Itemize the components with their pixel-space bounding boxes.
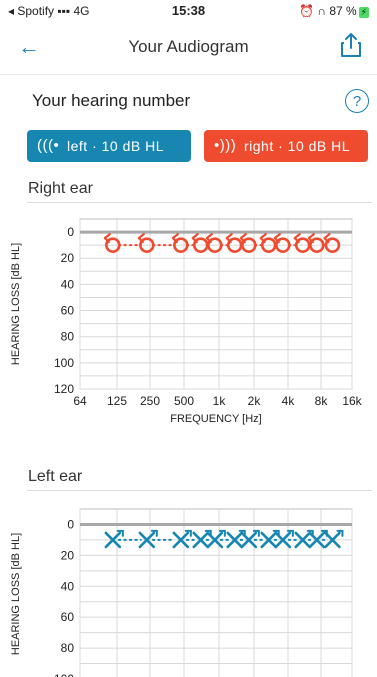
y-tick-label: 100: [54, 356, 74, 370]
share-icon[interactable]: [339, 32, 363, 63]
status-right: ⏰ ∩ 87 % ⚡: [299, 4, 369, 18]
page-title: Your Audiogram: [128, 37, 249, 56]
left-ear-button-label: left · 10 dB HL: [67, 138, 164, 154]
x-axis-title: FREQUENCY [Hz]: [170, 413, 261, 425]
battery-icon: ⚡: [358, 7, 369, 18]
status-indicators: ⏰ ∩ 87 %: [299, 4, 357, 18]
x-tick-label: 4k: [282, 394, 296, 408]
x-tick-label: 250: [140, 394, 160, 408]
x-tick-label: 16k: [342, 394, 362, 408]
y-axis-title: HEARING LOSS [dB HL]: [10, 533, 22, 655]
x-tick-label: 64: [73, 394, 87, 408]
y-tick-label: 120: [54, 382, 74, 396]
x-tick-label: 125: [107, 394, 127, 408]
right-ear-icon: •))): [214, 137, 237, 154]
y-tick-label: 40: [61, 277, 75, 291]
right-ear-heading: Right ear: [28, 180, 93, 197]
y-tick-label: 0: [67, 225, 74, 239]
x-tick-label: 2k: [248, 394, 262, 408]
left-ear-divider: [27, 490, 372, 491]
y-tick-label: 20: [61, 548, 75, 562]
x-tick-label: 1k: [213, 394, 227, 408]
y-tick-label: 80: [61, 330, 75, 344]
x-tick-label: 8k: [315, 394, 329, 408]
hearing-number-label: Your hearing number: [32, 91, 191, 110]
y-tick-label: 40: [61, 579, 75, 593]
left-ear-audiogram: 0 20 40 60 80 100 HEARING LOSS [dB HL]: [10, 508, 353, 677]
y-tick-label: 100: [54, 672, 74, 677]
y-tick-label: 60: [61, 304, 75, 318]
status-bar: ◂ Spotify ▪▪▪ 4G 15:38 ⏰ ∩ 87 % ⚡: [0, 0, 377, 22]
left-ear-icon: (((•: [37, 137, 60, 154]
left-ear-button[interactable]: (((• left · 10 dB HL: [27, 130, 191, 162]
y-tick-label: 60: [61, 610, 75, 624]
y-tick-label: 20: [61, 251, 75, 265]
x-tick-label: 500: [174, 394, 194, 408]
nav-bar: ← Your Audiogram: [0, 22, 377, 75]
y-axis-title: HEARING LOSS [dB HL]: [10, 243, 22, 365]
y-tick-label: 80: [61, 641, 75, 655]
y-tick-label: 0: [67, 517, 74, 531]
left-ear-heading: Left ear: [28, 468, 83, 485]
right-ear-divider: [27, 202, 372, 203]
help-button[interactable]: ?: [345, 89, 369, 113]
right-ear-button[interactable]: •))) right · 10 dB HL: [204, 130, 368, 162]
right-ear-audiogram: 0 20 40 60 80 100 120 HEARING LOSS [dB HL] 64 125…: [10, 218, 363, 425]
right-ear-button-label: right · 10 dB HL: [244, 138, 351, 154]
